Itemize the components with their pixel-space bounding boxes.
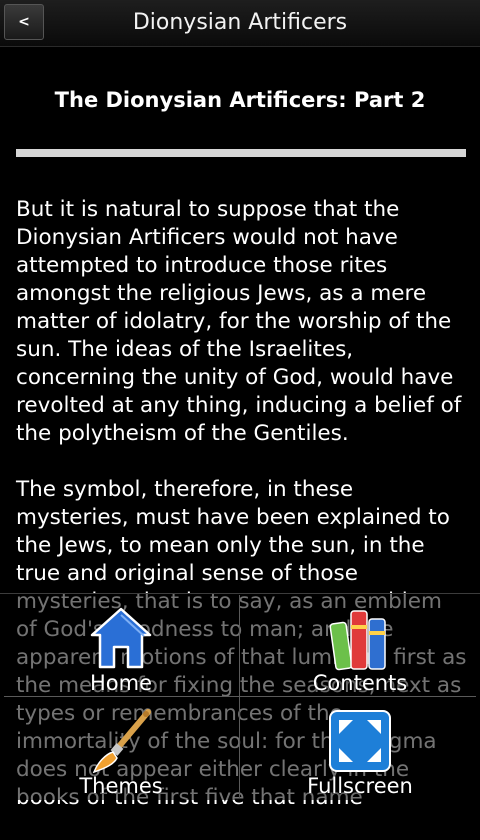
menu-item-label: Themes (79, 774, 163, 798)
house-icon (90, 607, 152, 669)
menu-item-label: Contents (312, 671, 408, 695)
menu-item-label: Fullscreen (307, 774, 413, 798)
menu-item-themes[interactable]: Themes (2, 698, 240, 800)
menu-item-home[interactable]: Home (2, 595, 240, 697)
books-icon (329, 610, 386, 671)
paragraph: But it is natural to suppose that the Di… (16, 197, 462, 446)
paintbrush-icon (92, 709, 151, 774)
fullscreen-icon (329, 710, 391, 772)
back-button[interactable]: < (4, 4, 44, 40)
menu-top-border (0, 593, 480, 594)
divider (16, 149, 466, 157)
menu-item-fullscreen[interactable]: Fullscreen (241, 698, 479, 800)
app-title: Dionysian Artificers (132, 10, 348, 35)
menu-item-label: Home (89, 671, 152, 695)
chapter-title: The Dionysian Artificers: Part 2 (54, 88, 426, 112)
menu-item-contents[interactable]: Contents (241, 595, 479, 697)
options-menu: Home Contents Themes Fullscreen (0, 593, 480, 800)
title-bar: Dionysian Artificers < (0, 0, 480, 47)
